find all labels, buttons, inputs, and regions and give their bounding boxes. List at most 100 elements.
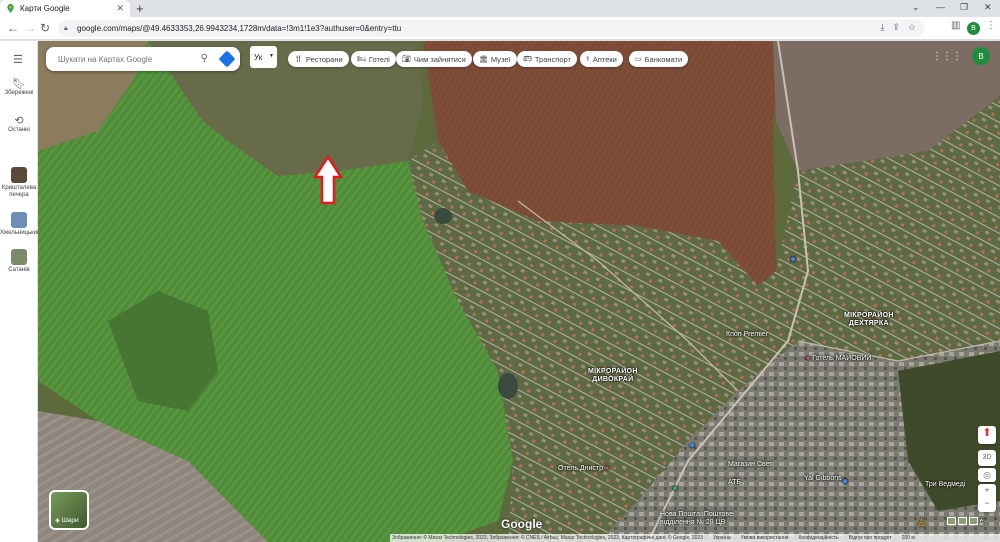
poi-nova-poshta[interactable]: Нова Пошта. Поштове відділення № 28 ЦВ bbox=[660, 511, 733, 527]
bus-icon: 🚌︎ bbox=[523, 56, 532, 63]
lock-icon: 🔒︎ bbox=[64, 24, 68, 32]
poi-kpop[interactable]: Кпоп Premier bbox=[726, 331, 768, 338]
search-input[interactable]: Шукати на Картах Google ⚲ bbox=[46, 47, 240, 71]
chip-museums[interactable]: 🏛︎ Музеї bbox=[473, 51, 517, 67]
tab-title: Карти Google bbox=[20, 4, 70, 13]
layers-label: Шари bbox=[61, 517, 79, 524]
satellite-map[interactable]: Шукати на Картах Google ⚲ Ук ▼ 🍴︎ Рестор… bbox=[38, 41, 1000, 542]
close-window-icon[interactable]: ✕ bbox=[984, 2, 992, 13]
map-label-dyvokrai[interactable]: МІКРОРАЙОН ДИВОКРАЙ bbox=[588, 368, 638, 384]
place-thumbnail bbox=[11, 249, 27, 265]
search-icon[interactable]: ⚲ bbox=[201, 53, 208, 64]
profile-avatar[interactable]: B bbox=[967, 22, 980, 35]
maximize-icon[interactable]: ❐ bbox=[960, 2, 968, 13]
kebab-menu-icon[interactable]: ⋮ bbox=[986, 20, 996, 31]
forward-icon[interactable]: → bbox=[24, 21, 36, 35]
search-placeholder: Шукати на Картах Google bbox=[58, 54, 153, 64]
blue-pin-icon[interactable]: ● bbox=[689, 440, 695, 451]
chip-label: Готелі bbox=[368, 54, 390, 64]
chip-hotels[interactable]: 🛏︎ Готелі bbox=[351, 51, 396, 67]
green-pin-icon[interactable]: ● bbox=[672, 483, 678, 494]
reload-icon[interactable]: ↻ bbox=[40, 21, 50, 35]
zoom-out-icon[interactable]: − bbox=[978, 497, 996, 510]
sidebar-item-label: Збережені bbox=[4, 90, 34, 96]
browser-tab[interactable]: Карти Google ✕ bbox=[0, 0, 130, 17]
poi-magazin[interactable]: Магазин Свет bbox=[728, 461, 773, 468]
chip-label: Аптеки bbox=[592, 54, 617, 64]
minimize-icon[interactable]: — bbox=[936, 2, 945, 12]
footer-link-feedback[interactable]: Відгук про продукт bbox=[849, 535, 892, 541]
caret-down-icon: ▼ bbox=[269, 53, 274, 59]
sidebar-item-label: Кришталева печера bbox=[1, 185, 37, 198]
tab-close-icon[interactable]: ✕ bbox=[116, 3, 124, 14]
poi-atb[interactable]: АТБ bbox=[728, 479, 741, 486]
place-thumbnail bbox=[11, 167, 27, 183]
sidebar-item-saved[interactable]: 🔖︎ Збережені bbox=[0, 79, 38, 97]
tab-search-icon[interactable]: ⌄ bbox=[912, 2, 920, 13]
sidebar-item-recent[interactable]: ⟲ Останні bbox=[0, 116, 38, 134]
hamburger-menu-icon[interactable]: ☰ bbox=[13, 53, 23, 66]
bed-icon: 🛏︎ bbox=[357, 56, 366, 63]
chip-label: Ресторани bbox=[305, 54, 343, 64]
compass-icon[interactable]: ⬆ bbox=[978, 426, 996, 444]
share-icon[interactable]: ⇪ bbox=[892, 22, 900, 33]
thumbnail[interactable] bbox=[947, 517, 956, 525]
sidebar-item-sataniv[interactable]: Сатанів bbox=[0, 249, 38, 274]
side-panel-icon[interactable]: ▥ bbox=[951, 20, 960, 31]
camera-icon: 📷︎ bbox=[402, 56, 411, 63]
scale-bar[interactable]: 200 м bbox=[902, 535, 915, 541]
expand-icon[interactable]: ⇕ bbox=[978, 518, 985, 527]
chip-label: Транспорт bbox=[534, 54, 571, 64]
poi-yalgub[interactable]: Yal Gibbons bbox=[804, 475, 842, 482]
new-tab-icon[interactable]: + bbox=[136, 1, 144, 16]
zoom-in-icon[interactable]: + bbox=[978, 484, 996, 497]
poi-hotel[interactable]: ● Готель МАЙОВИЙ bbox=[806, 355, 871, 362]
sidebar-item-crystal-cave[interactable]: Кришталева печера bbox=[0, 167, 38, 199]
address-bar[interactable]: 🔒︎ google.com/maps/@49.4633353,26.994323… bbox=[58, 20, 924, 37]
footer-link-country[interactable]: Україна bbox=[713, 535, 731, 541]
google-apps-icon[interactable]: ⋮⋮⋮ bbox=[932, 51, 962, 62]
sidebar-item-label: Сатанів bbox=[8, 267, 30, 273]
thumbnail[interactable] bbox=[969, 517, 978, 525]
install-icon[interactable]: ⤓ bbox=[880, 22, 884, 33]
language-value: Ук bbox=[254, 52, 263, 62]
layers-button[interactable]: ◈ Шари bbox=[49, 490, 89, 530]
pegman-icon[interactable]: ♙ bbox=[917, 518, 926, 529]
imagery-thumbnails[interactable] bbox=[947, 517, 978, 525]
hotel-pin-icon: ● bbox=[806, 355, 811, 362]
footer-link-terms[interactable]: Умови використання bbox=[741, 535, 789, 541]
place-thumbnail bbox=[11, 212, 27, 228]
chip-label: Чим зайнятися bbox=[413, 54, 466, 64]
map-label-dekhtyarka[interactable]: МІКРОРАЙОН ДЕХТЯРКА bbox=[844, 312, 894, 328]
directions-icon[interactable] bbox=[218, 50, 236, 68]
chip-pharmacies[interactable]: ⚕ Аптеки bbox=[580, 51, 623, 67]
zoom-controls: + − bbox=[978, 484, 996, 512]
satellite-imagery bbox=[38, 41, 1000, 542]
poi-otel-dnistr[interactable]: Отель Днистр ● bbox=[558, 465, 609, 472]
chip-transport[interactable]: 🚌︎ Транспорт bbox=[517, 51, 577, 67]
atm-icon: ▭ bbox=[635, 56, 642, 63]
chip-restaurants[interactable]: 🍴︎ Ресторани bbox=[288, 51, 349, 67]
tilt-3d-button[interactable]: 3D bbox=[978, 450, 996, 466]
blue-pin-icon[interactable]: ● bbox=[790, 254, 796, 265]
poi-label: Отель Днистр bbox=[558, 465, 604, 472]
layers-icon: ◈ bbox=[55, 517, 62, 524]
account-avatar[interactable]: B bbox=[972, 47, 990, 65]
bookmark-star-icon[interactable]: ☆ bbox=[908, 22, 916, 33]
sidebar-item-label: Останні bbox=[8, 127, 30, 133]
chip-things-to-do[interactable]: 📷︎ Чим зайнятися bbox=[396, 51, 472, 67]
chip-atms[interactable]: ▭ Банкомати bbox=[629, 51, 689, 67]
back-icon[interactable]: ← bbox=[7, 21, 19, 35]
chip-label: Музеї bbox=[490, 54, 511, 64]
poi-label: Готель МАЙОВИЙ bbox=[812, 355, 872, 362]
language-select[interactable]: Ук ▼ bbox=[250, 46, 277, 68]
my-location-icon[interactable]: ◎ bbox=[978, 468, 996, 482]
sidebar-item-label: Хмельницький bbox=[0, 230, 41, 236]
poi-tri-vedmedi[interactable]: Три Ведмеді bbox=[925, 481, 965, 488]
footer-link-privacy[interactable]: Конфіденційність bbox=[798, 535, 838, 541]
url-text: google.com/maps/@49.4633353,26.9943234,1… bbox=[77, 24, 402, 33]
blue-pin-icon[interactable]: ● bbox=[842, 476, 848, 487]
thumbnail[interactable] bbox=[958, 517, 967, 525]
sidebar-item-khmelnytskyi[interactable]: Хмельницький bbox=[0, 212, 41, 237]
maps-pin-icon bbox=[7, 4, 14, 13]
